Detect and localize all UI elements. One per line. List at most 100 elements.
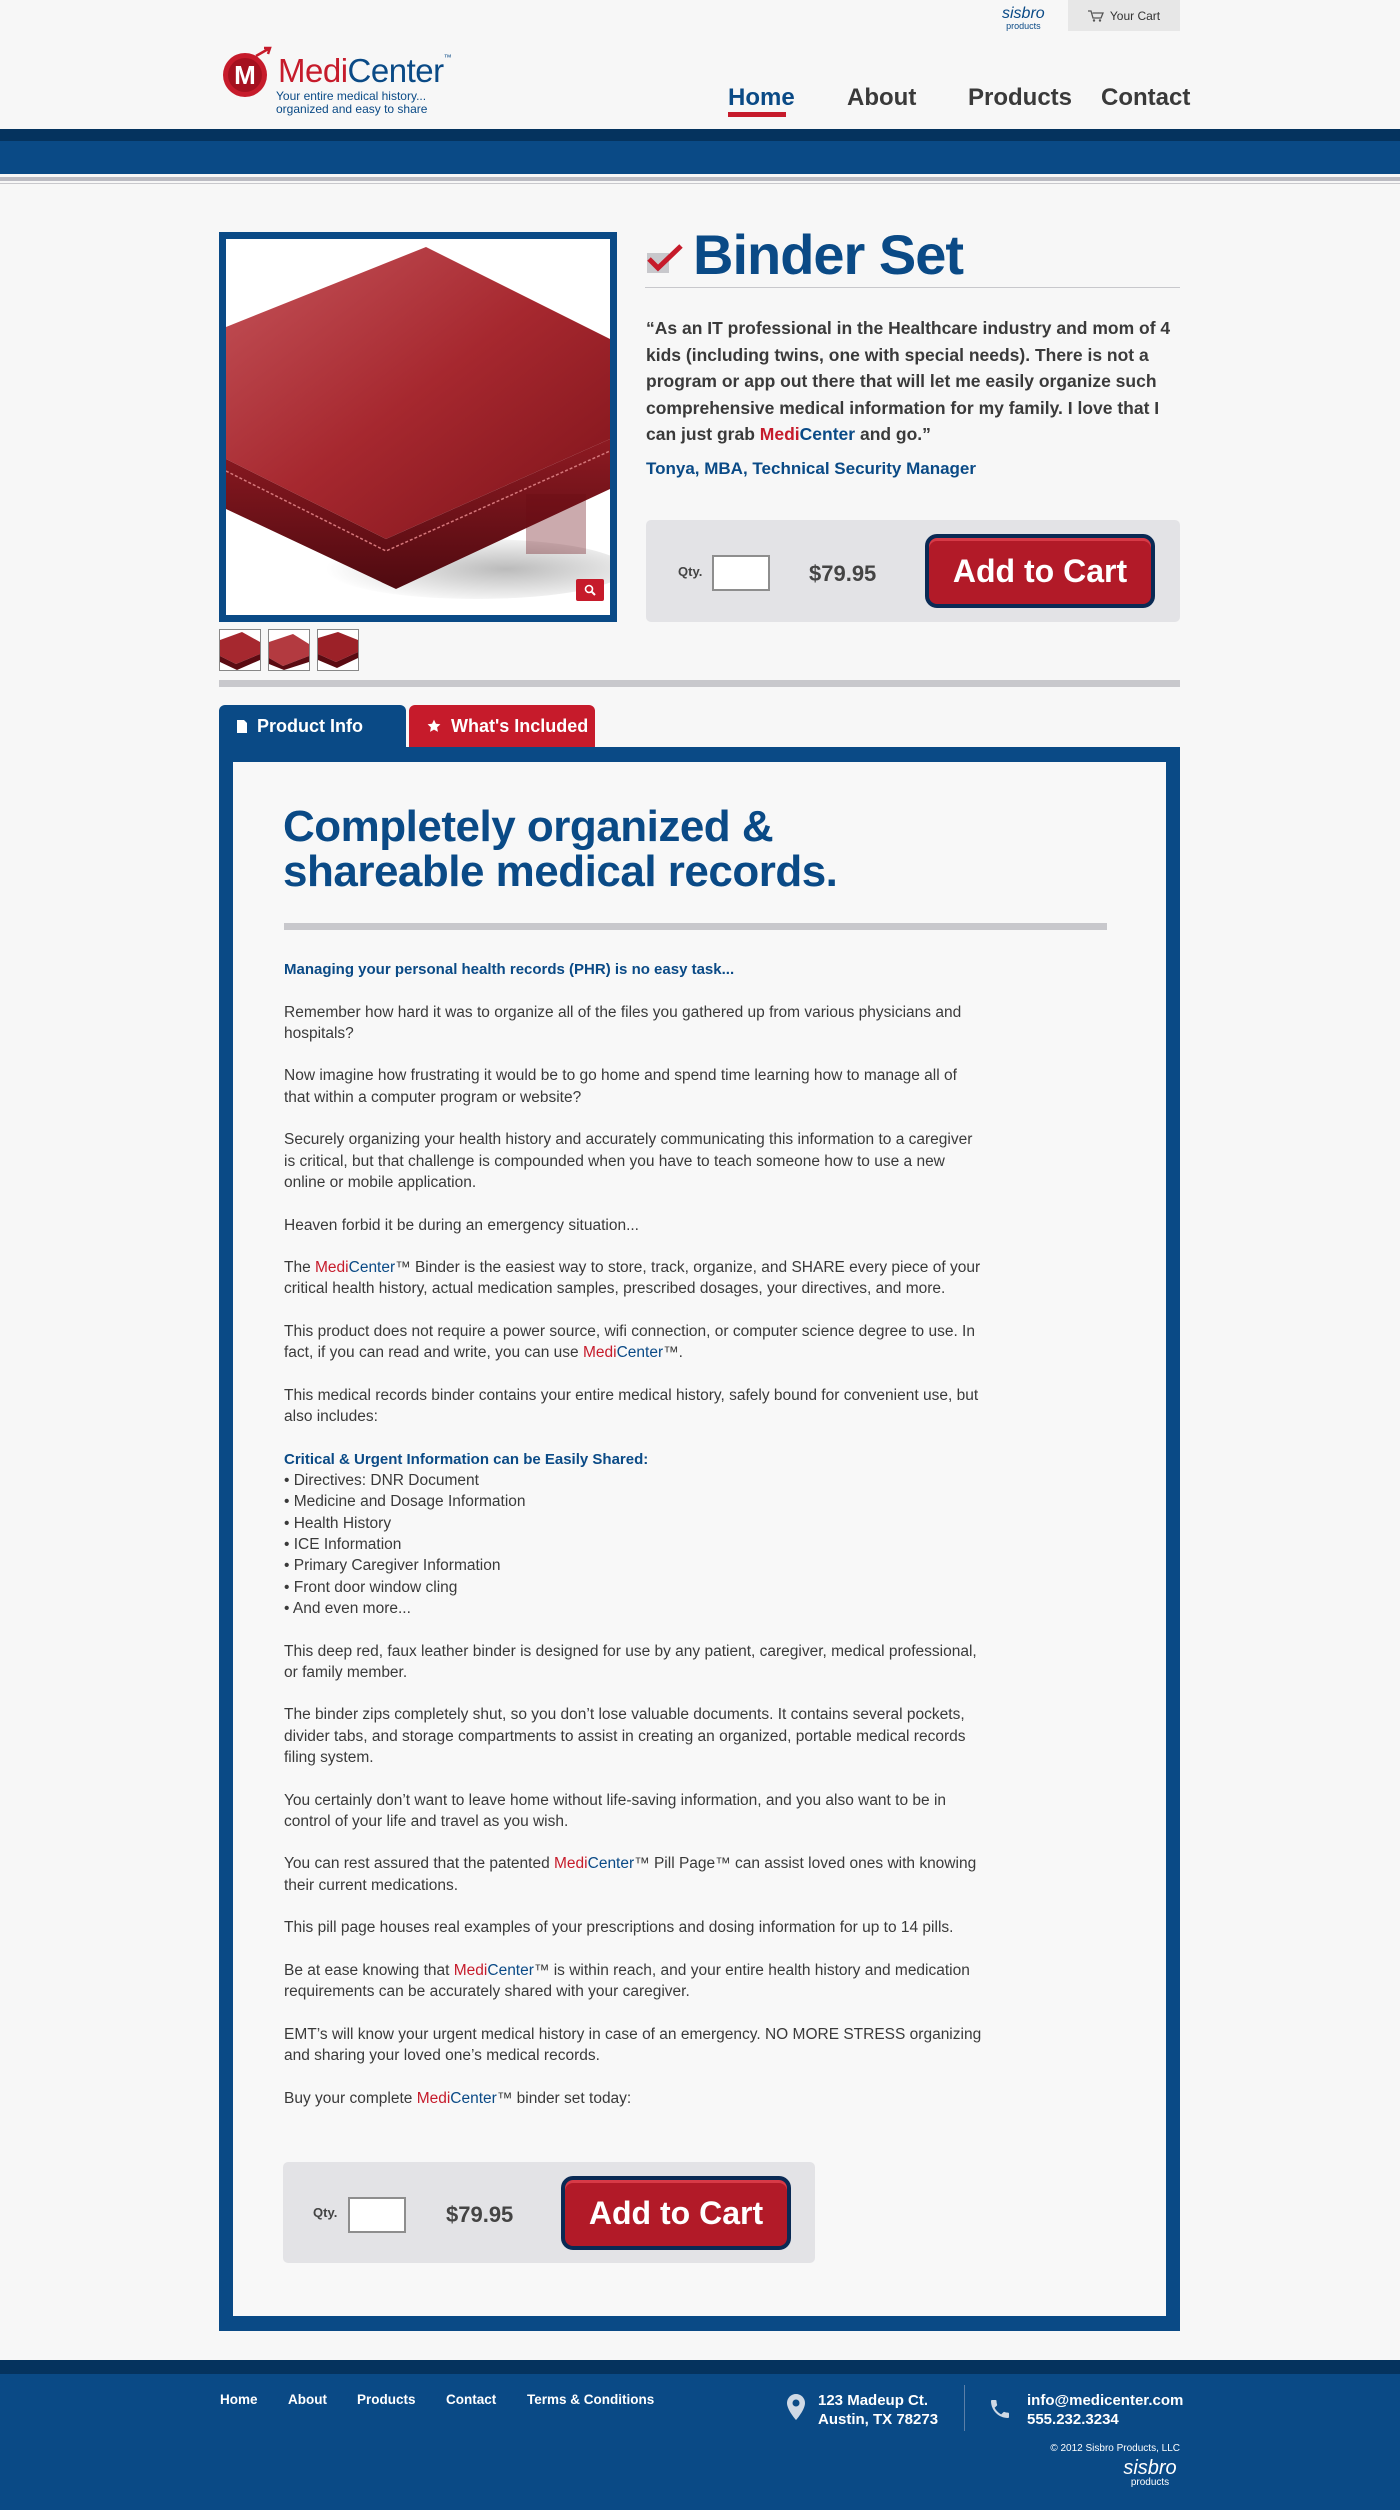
medicenter-logo[interactable]: M MediCenter™ Your entire medical histor… [220,38,470,118]
footer-sisbro-word: sisbro [1123,2457,1177,2479]
logo-tagline-line2: organized and easy to share [276,102,428,116]
star-icon [427,719,441,732]
checkmark-icon [647,244,683,273]
list-item: • Primary Caregiver Information [284,1557,501,1575]
footer-link-contact[interactable]: Contact [446,2392,496,2407]
list-item: • Medicine and Dosage Information [284,1493,526,1511]
section-rule [219,680,1180,687]
tab-product-info-label: Product Info [257,715,363,736]
text-fragment: You can rest assured that the patented [284,1855,555,1873]
content-paragraph: Remember how hard it was to organize all… [284,1003,962,1042]
brand-medi: Medi [315,1259,349,1277]
qty-input[interactable] [712,555,770,591]
tab-content-panel: Completely organized & shareable medical… [219,747,1180,2331]
content-paragraph: This pill page houses real examples of y… [284,1919,954,1937]
qty-label: Qty. [313,2205,338,2220]
content-body: Managing your personal health records (P… [284,959,984,2130]
content-paragraph: EMT’s will know your urgent medical hist… [284,2025,982,2065]
tab-whats-included-label: What's Included [451,715,589,736]
brand-center: Center [616,1344,664,1362]
nav-products[interactable]: Products [968,84,1072,114]
nav-home[interactable]: Home [728,84,795,114]
sisbro-logo-top[interactable]: sisbro products [1002,6,1045,31]
quote-brand-medi: Medi [759,424,800,444]
document-icon [237,719,247,733]
text-fragment: ™. [663,1344,683,1362]
list-item: • ICE Information [284,1536,402,1554]
list-item: • Health History [284,1514,392,1532]
list-item: • Front door window cling [284,1578,458,1596]
nav-about[interactable]: About [847,84,916,114]
address-line2: Austin, TX 78273 [818,2411,939,2428]
content-paragraph: You can rest assured that the patented M… [284,1853,984,1896]
content-paragraph: The MediCenter™ Binder is the easiest wa… [284,1257,984,1300]
zoom-icon [584,584,596,596]
text-fragment: ™ binder set today: [496,2089,632,2107]
thumbnail-strip [219,629,359,671]
content-paragraph: This medical records binder contains you… [284,1386,979,1426]
list-item: • Directives: DNR Document [284,1472,479,1490]
included-list: • Directives: DNR Document • Medicine an… [284,1470,984,1619]
header-divider [0,177,1400,181]
content-lead: Managing your personal health records (P… [284,961,735,978]
thumbnail[interactable] [219,629,261,671]
qty-label: Qty. [678,564,703,579]
header-blue-band [0,129,1400,174]
price: $79.95 [809,561,877,586]
footer-link-terms[interactable]: Terms & Conditions [527,2392,654,2407]
content-title: Completely organized & shareable medical… [283,802,838,896]
add-to-cart-button[interactable]: Add to Cart [925,534,1155,608]
thumbnail[interactable] [268,629,310,671]
footer-email[interactable]: info@medicenter.com [1027,2391,1183,2410]
content-paragraph: Buy your complete MediCenter™ binder set… [284,2088,984,2109]
logo-tagline: Your entire medical history... organized… [276,90,427,116]
thumbnail-binder-image [318,630,358,670]
testimonial-author: Tonya, MBA, Technical Security Manager [646,459,977,478]
header-divider-thin [0,183,1400,184]
add-to-cart-button[interactable]: Add to Cart [561,2176,791,2250]
logo-medi: Medi [278,52,348,89]
phone-icon [991,2400,1009,2418]
list-item: • And even more... [284,1599,411,1617]
list-heading: Critical & Urgent Information can be Eas… [284,1450,649,1468]
buy-box-bottom: Qty. $79.95 Add to Cart [283,2162,815,2263]
tab-whats-included[interactable]: What's Included [409,705,595,747]
footer-link-about[interactable]: About [288,2392,327,2407]
footer-dark-strip [0,2360,1400,2374]
footer-address: 123 Madeup Ct. Austin, TX 78273 [818,2391,938,2429]
nav-contact[interactable]: Contact [1101,84,1190,114]
tab-product-info[interactable]: Product Info [219,705,406,747]
content-paragraph: Securely organizing your health history … [284,1131,973,1191]
qty-input[interactable] [348,2197,406,2233]
footer-contact: info@medicenter.com 555.232.3234 [1027,2391,1183,2429]
title-rule [645,287,1180,288]
brand-medi: Medi [416,2089,451,2107]
footer-sisbro-logo[interactable]: sisbro products [1120,2458,1180,2488]
thumbnail-binder-image [269,630,309,670]
logo-tm: ™ [443,53,452,62]
brand-center: Center [487,1961,534,1979]
buy-box-top: Qty. $79.95 Add to Cart [646,520,1180,622]
content-paragraph: Heaven forbid it be during an emergency … [284,1216,639,1234]
cart-label: Your Cart [1109,8,1161,23]
footer-link-products[interactable]: Products [357,2392,416,2407]
quote-text-end: and go.” [855,424,931,444]
content-paragraph: Be at ease knowing that MediCenter™ is w… [284,1960,984,2003]
content-paragraph: You certainly don’t want to leave home w… [284,1791,947,1830]
footer-copyright: © 2012 Sisbro Products, LLC [1050,2443,1180,2454]
thumbnail-binder-image [220,630,260,670]
content-paragraph: The binder zips completely shut, so you … [284,1706,966,1766]
product-image-frame[interactable] [219,232,617,622]
thumbnail[interactable] [317,629,359,671]
zoom-button[interactable] [576,579,604,601]
site-footer [0,2360,1400,2510]
footer-sisbro-sub: products [1130,2477,1170,2488]
address-line1: 123 Madeup Ct. [818,2392,929,2409]
footer-phone[interactable]: 555.232.3234 [1027,2410,1183,2429]
your-cart-button[interactable]: Your Cart [1068,0,1180,31]
brand-medi: Medi [453,1961,488,1979]
svg-text:M: M [234,60,256,90]
footer-link-home[interactable]: Home [220,2392,258,2407]
text-fragment: Be at ease knowing that [284,1961,454,1979]
price: $79.95 [446,2202,514,2227]
